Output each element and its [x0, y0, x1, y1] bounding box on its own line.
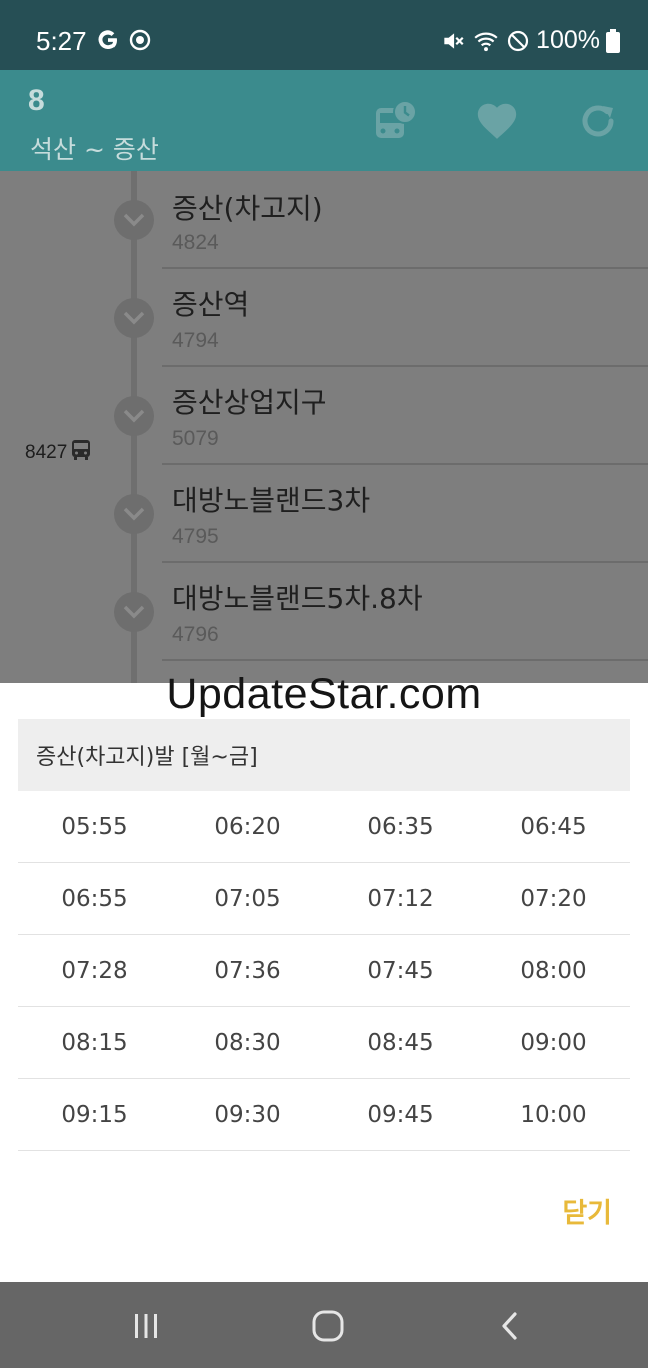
- bus-marker[interactable]: 8427: [25, 439, 91, 467]
- dialog-title: 증산(차고지)발 [월~금]: [18, 719, 630, 791]
- stop-name: 대방노블랜드5차.8차: [172, 582, 423, 615]
- departure-time: 06:35: [367, 813, 434, 840]
- stop-name: 증산상업지구: [172, 386, 327, 419]
- target-icon: [128, 28, 152, 57]
- stop-name: 증산역: [172, 288, 250, 321]
- mute-icon: [440, 28, 466, 54]
- stop-id: 4795: [172, 525, 219, 548]
- list-item[interactable]: 대방노블랜드5차.8차 4796: [0, 563, 648, 661]
- refresh-icon[interactable]: [575, 98, 621, 148]
- bus-icon: [71, 439, 91, 467]
- departure-time: 08:00: [520, 957, 587, 984]
- departure-time: 07:28: [61, 957, 128, 984]
- status-bar: 5:27 100%: [0, 0, 648, 70]
- stop-name: 대방노블랜드3차: [172, 484, 371, 517]
- table-row: 07:28 07:36 07:45 08:00: [18, 935, 630, 1007]
- departure-time: 09:00: [520, 1029, 587, 1056]
- google-g-icon: [96, 28, 120, 57]
- departure-time: 08:45: [367, 1029, 434, 1056]
- close-button[interactable]: 닫기: [562, 1191, 612, 1230]
- battery-icon: [606, 28, 620, 53]
- battery-percent: 100%: [536, 26, 600, 54]
- list-item[interactable]: 대방노블랜드3차 4795: [0, 465, 648, 563]
- departure-time: 09:15: [61, 1101, 128, 1128]
- favorite-heart-icon[interactable]: [474, 98, 520, 148]
- departure-time: 07:20: [520, 885, 587, 912]
- bus-vehicle-number: 8427: [25, 442, 68, 463]
- departure-time: 09:30: [214, 1101, 281, 1128]
- app-bar: 8 석산 ~ 증산: [0, 70, 648, 171]
- departure-time: 07:45: [367, 957, 434, 984]
- stop-node: [114, 494, 154, 534]
- schedule-table: 05:55 06:20 06:35 06:45 06:55 07:05 07:1…: [18, 791, 630, 1151]
- table-row: 09:15 09:30 09:45 10:00: [18, 1079, 630, 1151]
- departure-time: 07:12: [367, 885, 434, 912]
- status-time: 5:27: [36, 26, 87, 56]
- wifi-icon: [472, 28, 500, 54]
- table-row: 08:15 08:30 08:45 09:00: [18, 1007, 630, 1079]
- stop-id: 4796: [172, 623, 219, 646]
- route-span: 석산 ~ 증산: [30, 135, 159, 164]
- back-icon[interactable]: [488, 1304, 532, 1348]
- do-not-disturb-icon: [506, 29, 530, 53]
- list-item[interactable]: 증산상업지구 5079: [0, 367, 648, 465]
- stop-list: 증산(차고지) 4824 증산역 4794 증산상업지구 5079 대방노블랜드…: [0, 171, 648, 683]
- stop-node: [114, 396, 154, 436]
- stop-id: 4794: [172, 329, 219, 352]
- watermark: UpdateStar.com: [166, 670, 482, 718]
- departure-time: 08:30: [214, 1029, 281, 1056]
- departure-time: 05:55: [61, 813, 128, 840]
- stop-node: [114, 592, 154, 632]
- bus-schedule-icon[interactable]: [372, 98, 418, 148]
- recent-apps-icon[interactable]: [124, 1304, 168, 1348]
- departure-time: 07:05: [214, 885, 281, 912]
- route-number: 8: [28, 84, 45, 117]
- departure-time: 06:55: [61, 885, 128, 912]
- departure-time: 10:00: [520, 1101, 587, 1128]
- home-icon[interactable]: [306, 1304, 350, 1348]
- table-row: 06:55 07:05 07:12 07:20: [18, 863, 630, 935]
- stop-id: 4824: [172, 231, 219, 254]
- schedule-dialog: 증산(차고지)발 [월~금] 05:55 06:20 06:35 06:45 0…: [0, 683, 648, 1282]
- departure-time: 06:20: [214, 813, 281, 840]
- departure-time: 09:45: [367, 1101, 434, 1128]
- stop-node: [114, 200, 154, 240]
- stop-name: 증산(차고지): [172, 192, 323, 225]
- navigation-bar: [0, 1282, 648, 1368]
- stop-id: 5079: [172, 427, 219, 450]
- departure-time: 08:15: [61, 1029, 128, 1056]
- list-item[interactable]: 증산역 4794: [0, 269, 648, 367]
- table-row: 05:55 06:20 06:35 06:45: [18, 791, 630, 863]
- stop-node: [114, 298, 154, 338]
- departure-time: 06:45: [520, 813, 587, 840]
- list-item[interactable]: 증산(차고지) 4824: [0, 171, 648, 269]
- departure-time: 07:36: [214, 957, 281, 984]
